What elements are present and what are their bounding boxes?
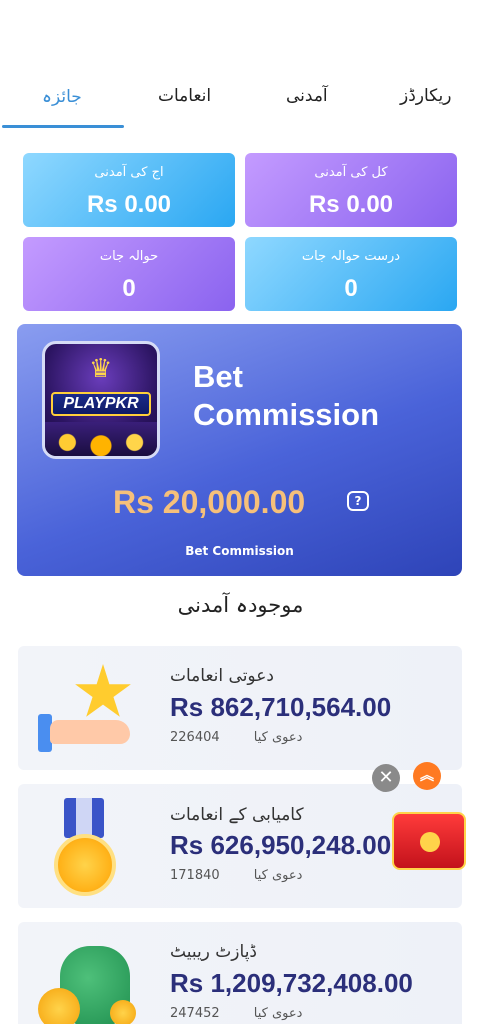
valid-referrals-card: درست حوالہ جات 0	[245, 237, 457, 311]
logo-brand-text: PLAYPKR	[51, 392, 151, 416]
reward-claimed: 247452 دعوی کیا	[170, 1006, 302, 1021]
tab-overview[interactable]: جائزہ	[42, 86, 82, 107]
yesterday-income-value: Rs 0.00	[308, 191, 394, 218]
commission-title-line2: Commission	[193, 397, 380, 432]
reward-label: دعوتی انعامات	[170, 666, 274, 686]
tab-income[interactable]: آمدنی	[286, 86, 328, 106]
today-income-label: اج کی آمدنی	[94, 165, 164, 180]
coin-icon	[110, 1000, 136, 1024]
reward-label: ڈپازٹ ریبیٹ	[170, 942, 257, 962]
red-envelope-icon[interactable]	[392, 812, 466, 870]
reward-amount: Rs 626,950,248.00	[170, 830, 392, 860]
reward-label: کامیابی کے انعامات	[170, 805, 304, 825]
medal-icon	[54, 834, 116, 896]
coin-icon	[38, 988, 80, 1024]
today-income-card: اج کی آمدنی Rs 0.00	[23, 153, 235, 227]
referrals-value: 0	[122, 275, 136, 302]
commission-title-line1: Bet	[193, 359, 243, 394]
active-tab-indicator	[2, 125, 124, 128]
commission-footer-label: Bet Commission	[185, 544, 294, 558]
commission-amount: Rs 20,000.00	[113, 484, 306, 520]
tab-records[interactable]: ریکارڈز	[400, 86, 452, 106]
reward-amount: Rs 1,209,732,408.00	[170, 968, 413, 998]
ribbon-icon	[64, 798, 104, 838]
valid-referrals-label: درست حوالہ جات	[301, 249, 401, 264]
help-icon[interactable]: ?	[347, 491, 369, 511]
valid-referrals-value: 0	[344, 275, 358, 302]
claimed-count: 226404	[170, 730, 220, 745]
reward-amount: Rs 862,710,564.00	[170, 692, 392, 722]
scroll-top-icon[interactable]: ︽	[413, 762, 441, 790]
claimed-label: دعوی کیا	[253, 730, 303, 745]
medal-illustration	[34, 798, 144, 898]
invite-rewards-card[interactable]: دعوتی انعامات Rs 862,710,564.00 226404 د…	[18, 646, 462, 770]
claimed-count: 171840	[170, 868, 220, 883]
playpkr-logo: ♛ PLAYPKR	[42, 341, 160, 459]
coins-decoration	[45, 422, 157, 456]
tab-rewards[interactable]: انعامات	[158, 86, 211, 106]
star-hand-illustration	[34, 660, 144, 760]
yesterday-income-label: کل کی آمدنی	[314, 165, 388, 180]
deposit-rebate-card[interactable]: ڈپازٹ ریبیٹ Rs 1,209,732,408.00 247452 د…	[18, 922, 462, 1024]
crown-icon: ♛	[89, 354, 113, 384]
referrals-card: حوالہ جات 0	[23, 237, 235, 311]
yesterday-income-card: کل کی آمدنی Rs 0.00	[245, 153, 457, 227]
today-income-value: Rs 0.00	[86, 191, 172, 218]
reward-claimed: 226404 دعوی کیا	[170, 730, 302, 745]
close-icon[interactable]: ✕	[372, 764, 400, 792]
current-income-title: موجودہ آمدنی	[177, 593, 304, 617]
claimed-label: دعوی کیا	[253, 1006, 303, 1021]
bet-commission-card[interactable]: ♛ PLAYPKR Bet Commission Rs 20,000.00 ? …	[17, 324, 462, 576]
star-icon	[75, 664, 131, 717]
money-bag-illustration	[34, 936, 144, 1024]
referrals-label: حوالہ جات	[99, 249, 159, 264]
claimed-label: دعوی کیا	[253, 868, 303, 883]
claimed-count: 247452	[170, 1006, 220, 1021]
commission-title: Bet Commission	[193, 358, 433, 434]
reward-claimed: 171840 دعوی کیا	[170, 868, 302, 883]
tab-bar: جائزہ انعامات آمدنی ریکارڈز	[0, 78, 481, 128]
